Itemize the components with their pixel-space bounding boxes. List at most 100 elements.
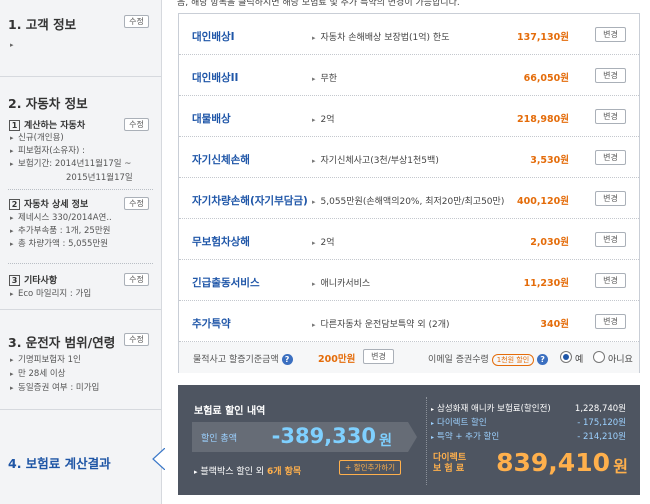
coverage-price: 400,120원 [516,196,569,207]
coverage-name[interactable]: 긴급출동서비스 [192,275,260,290]
list-item: ▸ 제네시스 330/2014A연.. [10,213,112,224]
discount-panel: 보험료 할인 내역 할인 총액 -389,330 원 ▸ 블랙박스 할인 외 6… [178,385,640,495]
breakdown-value: 1,228,740원 [574,404,626,414]
add-discount-button[interactable]: + 할인추가하기 [339,460,402,475]
coverage-name[interactable]: 무보험차상해 [192,234,250,249]
arrow-right-icon: ▸ [431,406,435,413]
arrow-right-icon: ▸ [312,198,316,206]
radio-yes-label[interactable]: 예 [575,352,583,365]
coverage-name[interactable]: 자기차량손해(자기부담금) [192,193,308,208]
table-row[interactable]: 자기신체손해 ▸ 자기신체사고(3천/부상1천5백) 3,530원 변경 [179,137,639,178]
email-receipt-label: 이메일 증권수령 1천원 할인 ? [428,352,549,366]
arrow-right-icon: ▸ [312,75,316,83]
coverage-desc: ▸ 자동차 손해배상 보장법(1억) 한도 [312,30,450,43]
edit-button-customer[interactable]: 수정 [124,15,149,28]
currency-unit: 원 [613,457,628,476]
instruction-text: 음, 해당 항목을 클릭하시면 해당 보험료 및 추가 특약의 변경이 가능합니… [177,0,460,8]
subsection-title-car-calc: 1 계산하는 자동차 [9,118,85,131]
list-item-text: 만 28세 이상 [18,369,66,379]
arrow-right-icon: ▸ [10,356,14,364]
change-button[interactable]: 변경 [595,273,626,288]
list-item-text: 피보험자(소유자) : [18,146,85,156]
change-button[interactable]: 변경 [595,150,626,165]
final-label-line-1: 다이렉트 [433,453,467,463]
radio-no-label[interactable]: 아니요 [608,352,633,365]
help-icon[interactable]: ? [537,354,549,365]
list-item-text: 제네시스 330/2014A연.. [18,213,112,223]
discount-total-box: 할인 총액 -389,330 원 [192,422,408,452]
help-icon[interactable]: ? [281,354,293,365]
coverage-desc-text: 2억 [320,238,335,248]
coverage-desc: ▸ 2억 [312,112,335,125]
arrow-right-icon: ▸ [10,370,14,378]
divider [426,397,427,485]
list-item: ▸ 피보험자(소유자) : [10,146,85,157]
divider [8,189,153,190]
discount-total-value: -389,330 [271,424,376,448]
sidebar: 1. 고객 정보 수정 ▸ 2. 자동차 정보 1 계산하는 자동차 수정 ▸ 신규… [0,0,165,504]
radio-no[interactable] [593,351,605,363]
coverage-name[interactable]: 자기신체손해 [192,152,250,167]
list-item: ▸ 보험기간: 2014년11월17일 ~ [10,159,131,170]
section-car: 2. 자동차 정보 1 계산하는 자동차 수정 ▸ 신규(개인용) ▸ 피보험자(소유… [0,77,161,310]
coverage-desc-text: 자동차 손해배상 보장법(1억) 한도 [320,33,450,43]
list-item: ▸ 동일증권 여부 : 미가입 [10,383,99,394]
edit-button-driver[interactable]: 수정 [124,333,149,346]
subsection-label: 계산하는 자동차 [24,121,86,131]
breakdown-value: - 214,210원 [577,432,626,442]
list-item-text: 신규(개인용) [18,133,64,143]
arrow-right-icon: ▸ [10,290,14,298]
table-row[interactable]: 대인배상I ▸ 자동차 손해배상 보장법(1억) 한도 137,130원 변경 [179,14,639,55]
change-button[interactable]: 변경 [595,68,626,83]
change-button[interactable]: 변경 [595,191,626,206]
radio-yes[interactable] [560,351,572,363]
change-button[interactable]: 변경 [595,27,626,42]
email-receipt-text: 이메일 증권수령 [428,355,489,365]
coverage-desc: ▸ 다른자동차 운전담보특약 외 (2개) [312,317,450,330]
change-button[interactable]: 변경 [363,349,394,364]
table-row[interactable]: 대인배상II ▸ 무한 66,050원 변경 [179,55,639,96]
arrow-right-icon: ▸ [10,227,14,235]
table-row[interactable]: 무보험차상해 ▸ 2억 2,030원 변경 [179,219,639,260]
list-item: ▸ 신규(개인용) [10,133,64,144]
arrow-right-icon: ▸ [10,41,14,49]
list-item-continuation: 2015년11월17일 [66,173,133,183]
list-item-text: 보험기간: 2014년11월17일 ~ [18,159,132,169]
nav-item-result-active[interactable]: 4. 보험료 계산결과 [8,453,111,472]
coverage-desc: ▸ 2억 [312,235,335,248]
list-item: ▸ 총 차량가액 : 5,055만원 [10,239,108,250]
list-item: ▸ 만 28세 이상 [10,369,66,380]
table-row[interactable]: 긴급출동서비스 ▸ 애니카서비스 11,230원 변경 [179,260,639,301]
coverage-desc-text: 5,055만원(손해액의20%, 최저20만/최고50만) [320,197,505,207]
number-badge: 3 [9,275,20,286]
arrow-right-icon: ▸ [312,239,316,247]
arrow-right-icon: ▸ [10,160,14,168]
coverage-price: 11,230원 [523,278,569,289]
coverage-name[interactable]: 추가특약 [192,316,231,331]
edit-button-car-detail[interactable]: 수정 [124,197,149,210]
blackbox-discount-text: ▸ 블랙박스 할인 외 6개 항목 [194,464,301,477]
coverage-desc: ▸ 애니카서비스 [312,276,370,289]
plus-icon: + [345,463,352,472]
change-button[interactable]: 변경 [595,232,626,247]
change-button[interactable]: 변경 [595,109,626,124]
section-title-car: 2. 자동차 정보 [8,96,88,111]
subsection-title-car-etc: 3 기타사항 [9,273,57,286]
table-row[interactable]: 자기차량손해(자기부담금) ▸ 5,055만원(손해액의20%, 최저20만/최고… [179,178,639,219]
coverage-name[interactable]: 대물배상 [192,111,231,126]
coverage-name[interactable]: 대인배상II [192,70,238,85]
coverage-name[interactable]: 대인배상I [192,29,235,44]
table-row[interactable]: 추가특약 ▸ 다른자동차 운전담보특약 외 (2개) 340원 변경 [179,301,639,342]
arrow-right-icon: ▸ [312,280,316,288]
coverage-desc-text: 자기신체사고(3천/부상1천5백) [320,156,439,166]
list-item-text: Eco 마일리지 : 가입 [18,289,92,299]
table-row[interactable]: 대물배상 ▸ 2억 218,980원 변경 [179,96,639,137]
currency-unit: 원 [379,433,392,449]
arrow-right-icon: ▸ [10,214,14,222]
discount-badge: 1천원 할인 [491,353,535,366]
section-title-driver: 3. 운전자 범위/연령 [8,335,116,350]
change-button[interactable]: 변경 [595,314,626,329]
list-item-text: 기명피보험자 1인 [18,355,81,365]
edit-button-car-etc[interactable]: 수정 [124,273,149,286]
edit-button-car-calc[interactable]: 수정 [124,118,149,131]
